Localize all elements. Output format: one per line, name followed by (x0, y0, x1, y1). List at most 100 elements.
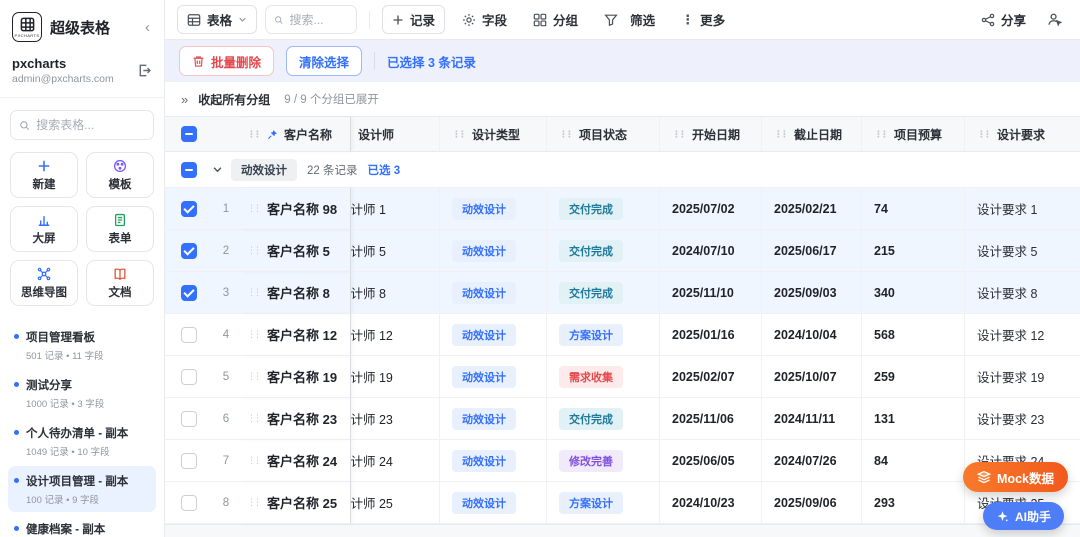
column-header-start-date[interactable]: ⋮⋮ 开始日期 (660, 117, 762, 152)
column-header-designer[interactable]: ⋮⋮设计师 (351, 117, 440, 152)
requirement-cell[interactable]: 设计要求 23 (965, 398, 1080, 440)
status-cell[interactable]: 交付完成 (547, 230, 660, 272)
end-date-cell[interactable]: 2024/11/11 (762, 398, 862, 440)
designer-cell[interactable]: 设计师 23 (351, 398, 440, 440)
client-name-cell[interactable]: ⋮⋮ 客户名称 8 (240, 272, 351, 314)
design-type-cell[interactable]: 动效设计 (440, 440, 547, 482)
budget-cell[interactable]: 340 (862, 272, 965, 314)
client-name-cell[interactable]: ⋮⋮ 客户名称 23 (240, 398, 351, 440)
collapse-arrows-icon[interactable]: » (181, 92, 188, 107)
clear-selection-button[interactable]: 清除选择 (286, 46, 363, 76)
column-header-end-date[interactable]: ⋮⋮ 截止日期 (762, 117, 862, 152)
sidebar-table-item[interactable]: 项目管理看板 501 记录 • 11 字段 (8, 322, 156, 368)
filter-button[interactable]: 筛选 (595, 5, 664, 34)
start-date-cell[interactable]: 2025/11/10 (660, 272, 762, 314)
start-date-cell[interactable]: 2024/07/10 (660, 230, 762, 272)
add-record-button[interactable]: 记录 (382, 5, 446, 34)
collaborator-button[interactable] (1043, 7, 1066, 32)
row-checkbox[interactable] (165, 482, 212, 524)
quick-action-new[interactable]: 新建 (10, 152, 78, 198)
requirement-cell[interactable]: 设计要求 5 (965, 230, 1080, 272)
designer-cell[interactable]: 设计师 1 (351, 188, 440, 230)
end-date-cell[interactable]: 2024/07/26 (762, 440, 862, 482)
mock-data-button[interactable]: Mock数据 (963, 462, 1068, 492)
row-checkbox[interactable] (165, 188, 212, 230)
collapse-all-groups-button[interactable]: 收起所有分组 (198, 91, 270, 108)
status-cell[interactable]: 方案设计 (547, 314, 660, 356)
client-name-cell[interactable]: ⋮⋮ 客户名称 5 (240, 230, 351, 272)
sidebar-table-item[interactable]: 设计项目管理 - 副本 100 记录 • 9 字段 (8, 466, 156, 512)
design-type-cell[interactable]: 动效设计 (440, 230, 547, 272)
row-checkbox[interactable] (165, 356, 212, 398)
toolbar-search-input[interactable] (289, 12, 349, 27)
column-header-status[interactable]: ⋮⋮ 项目状态 (547, 117, 660, 152)
column-header-requirement[interactable]: ⋮⋮ 设计要求 (965, 117, 1080, 152)
quick-action-dashboard[interactable]: 大屏 (10, 206, 78, 252)
client-name-cell[interactable]: ⋮⋮ 客户名称 24 (240, 440, 351, 482)
view-switcher-button[interactable]: 表格 (177, 5, 258, 34)
client-name-cell[interactable]: ⋮⋮ 客户名称 25 (240, 482, 351, 524)
column-header-client-name[interactable]: ⋮⋮ 客户名称 (240, 117, 351, 152)
budget-cell[interactable]: 131 (862, 398, 965, 440)
sidebar-table-item[interactable]: 测试分享 1000 记录 • 3 字段 (8, 370, 156, 416)
ai-assistant-button[interactable]: AI助手 (982, 502, 1064, 530)
start-date-cell[interactable]: 2025/06/05 (660, 440, 762, 482)
start-date-cell[interactable]: 2025/02/07 (660, 356, 762, 398)
end-date-cell[interactable]: 2025/09/03 (762, 272, 862, 314)
select-all-checkbox[interactable] (165, 117, 212, 152)
start-date-cell[interactable]: 2025/11/06 (660, 398, 762, 440)
column-header-budget[interactable]: ⋮⋮ 项目预算 (862, 117, 965, 152)
row-checkbox[interactable] (165, 314, 212, 356)
row-checkbox[interactable] (165, 398, 212, 440)
collapse-sidebar-button[interactable]: ‹ (141, 19, 154, 36)
budget-cell[interactable]: 259 (862, 356, 965, 398)
status-cell[interactable]: 交付完成 (547, 188, 660, 230)
status-cell[interactable]: 需求收集 (547, 356, 660, 398)
status-cell[interactable]: 交付完成 (547, 398, 660, 440)
row-checkbox[interactable] (165, 230, 212, 272)
budget-cell[interactable]: 215 (862, 230, 965, 272)
requirement-cell[interactable]: 设计要求 19 (965, 356, 1080, 398)
requirement-cell[interactable]: 设计要求 12 (965, 314, 1080, 356)
row-checkbox[interactable] (165, 272, 212, 314)
design-type-cell[interactable]: 动效设计 (440, 188, 547, 230)
client-name-cell[interactable]: ⋮⋮ 客户名称 98 (240, 188, 351, 230)
bulk-delete-button[interactable]: 批量删除 (179, 46, 275, 76)
end-date-cell[interactable]: 2025/10/07 (762, 356, 862, 398)
sidebar-search-input[interactable] (36, 118, 145, 132)
designer-cell[interactable]: 设计师 8 (351, 272, 440, 314)
client-name-cell[interactable]: ⋮⋮ 客户名称 19 (240, 356, 351, 398)
sidebar-table-item[interactable]: 个人待办清单 - 副本 1049 记录 • 10 字段 (8, 418, 156, 464)
designer-cell[interactable]: 设计师 12 (351, 314, 440, 356)
designer-cell[interactable]: 设计师 24 (351, 440, 440, 482)
quick-action-template[interactable]: 模板 (86, 152, 154, 198)
end-date-cell[interactable]: 2024/10/04 (762, 314, 862, 356)
budget-cell[interactable]: 74 (862, 188, 965, 230)
end-date-cell[interactable]: 2025/06/17 (762, 230, 862, 272)
start-date-cell[interactable]: 2025/07/02 (660, 188, 762, 230)
designer-cell[interactable]: 设计师 5 (351, 230, 440, 272)
start-date-cell[interactable]: 2024/10/23 (660, 482, 762, 524)
share-button[interactable]: 分享 (972, 5, 1035, 34)
more-button[interactable]: ⋮ 更多 (672, 5, 734, 34)
design-type-cell[interactable]: 动效设计 (440, 356, 547, 398)
row-checkbox[interactable] (165, 440, 212, 482)
end-date-cell[interactable]: 2025/09/06 (762, 482, 862, 524)
design-type-cell[interactable]: 动效设计 (440, 398, 547, 440)
designer-cell[interactable]: 设计师 19 (351, 356, 440, 398)
requirement-cell[interactable]: 设计要求 8 (965, 272, 1080, 314)
budget-cell[interactable]: 84 (862, 440, 965, 482)
start-date-cell[interactable]: 2025/01/16 (660, 314, 762, 356)
status-cell[interactable]: 修改完善 (547, 440, 660, 482)
quick-action-form[interactable]: 表单 (86, 206, 154, 252)
budget-cell[interactable]: 293 (862, 482, 965, 524)
design-type-cell[interactable]: 动效设计 (440, 482, 547, 524)
chevron-down-icon[interactable] (212, 164, 223, 175)
quick-action-mindmap[interactable]: 思维导图 (10, 260, 78, 306)
requirement-cell[interactable]: 设计要求 1 (965, 188, 1080, 230)
status-cell[interactable]: 方案设计 (547, 482, 660, 524)
status-cell[interactable]: 交付完成 (547, 272, 660, 314)
fields-button[interactable]: 字段 (453, 5, 516, 34)
design-type-cell[interactable]: 动效设计 (440, 314, 547, 356)
group-checkbox[interactable] (165, 161, 212, 178)
